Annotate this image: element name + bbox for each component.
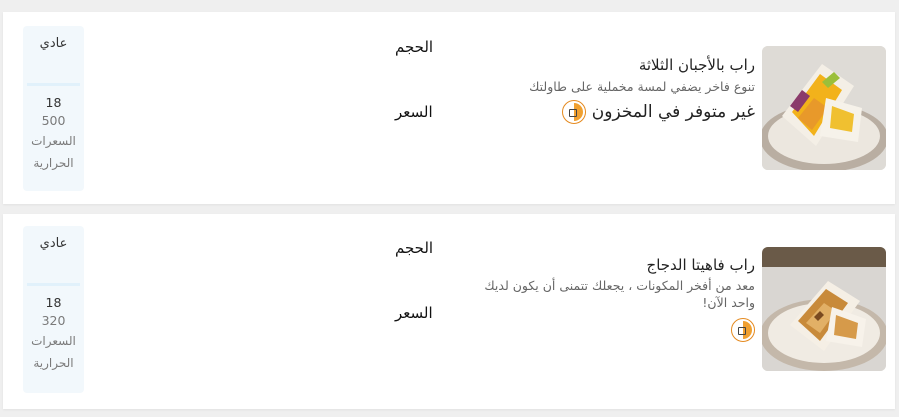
product-image[interactable] — [762, 46, 886, 170]
product-title[interactable]: راب بالأجبان الثلاثة — [639, 56, 755, 74]
product-description: معد من أفخر المكونات ، يجعلك تتمنى أن يك… — [484, 278, 755, 310]
wrap-icon — [731, 318, 755, 342]
size-price-panel: عادي 18 320 السعرات الحرارية — [23, 226, 84, 393]
calories-label-line1: السعرات — [31, 334, 76, 348]
calories-label-line1: السعرات — [31, 134, 76, 148]
size-label: الحجم — [395, 239, 434, 257]
wrap-photo-icon — [762, 46, 886, 170]
size-label: الحجم — [395, 38, 434, 56]
calories-value: 320 — [41, 313, 66, 328]
calories-label: السعرات الحرارية — [23, 130, 84, 174]
stock-status-text: غير متوفر في المخزون — [591, 102, 755, 122]
price-label: السعر — [395, 103, 433, 121]
calories-label: السعرات الحرارية — [23, 330, 84, 374]
price-label: السعر — [395, 304, 433, 322]
product-image[interactable] — [762, 247, 886, 371]
size-option[interactable]: عادي — [23, 36, 84, 51]
product-icon-row — [731, 318, 755, 342]
product-description: تنوع فاخر يضفي لمسة مخملية على طاولتك — [529, 79, 755, 94]
size-option[interactable]: عادي — [23, 236, 84, 251]
divider — [27, 283, 80, 286]
calories-label-line2: الحرارية — [33, 356, 74, 370]
product-card[interactable]: راب فاهيتا الدجاج معد من أفخر المكونات ،… — [3, 214, 895, 409]
product-card[interactable]: راب بالأجبان الثلاثة تنوع فاخر يضفي لمسة… — [3, 12, 895, 204]
product-title[interactable]: راب فاهيتا الدجاج — [647, 256, 755, 274]
calories-value: 500 — [41, 113, 66, 128]
size-price-panel: عادي 18 500 السعرات الحرارية — [23, 26, 84, 191]
wrap-photo-icon — [762, 247, 886, 371]
wrap-icon — [562, 100, 587, 124]
divider — [27, 83, 80, 86]
price-value: 18 — [45, 295, 62, 310]
stock-status: غير متوفر في المخزون — [562, 100, 755, 124]
price-value: 18 — [45, 95, 62, 110]
calories-label-line2: الحرارية — [33, 156, 74, 170]
